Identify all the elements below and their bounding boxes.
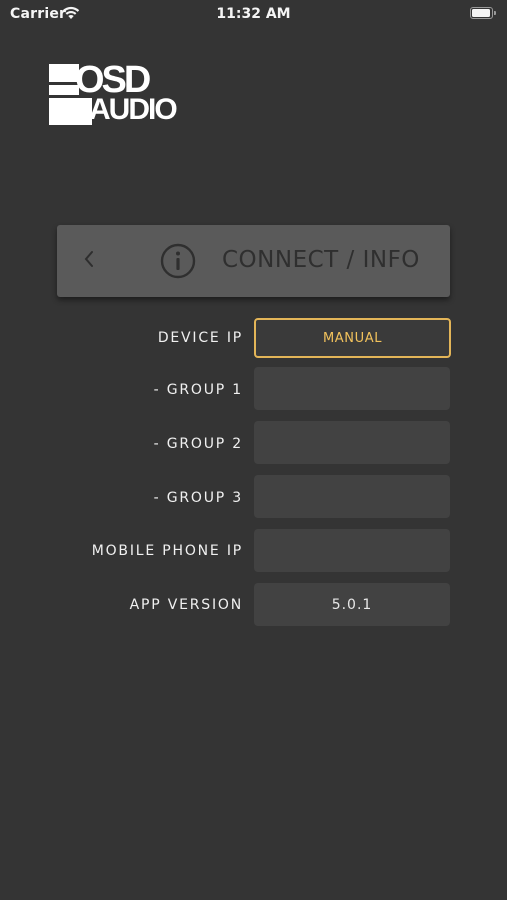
manual-button-label: MANUAL (322, 330, 383, 346)
osd-audio-logo: OSD AUDIO (49, 61, 178, 128)
status-time: 11:32 AM (216, 6, 291, 22)
group-2-field (254, 421, 450, 464)
info-circle-icon (160, 243, 196, 279)
battery-icon (470, 7, 496, 19)
status-bar: Carrier 11:32 AM (0, 0, 507, 28)
group-1-value (254, 367, 450, 410)
page-title: CONNECT / INFO (222, 247, 420, 273)
group-3-value (254, 475, 450, 518)
app-version-label: APP VERSION (129, 597, 243, 613)
mobile-phone-ip-value (254, 529, 450, 572)
device-ip-label: DEVICE IP (157, 330, 243, 346)
group-1-field (254, 367, 450, 410)
group-1-label: - GROUP 1 (153, 382, 243, 398)
back-chevron-icon[interactable] (83, 247, 95, 275)
group-2-label: - GROUP 2 (153, 436, 243, 452)
app-version-value: 5.0.1 (331, 596, 373, 613)
logo-text-audio: AUDIO (89, 93, 178, 126)
connect-info-header: CONNECT / INFO (57, 225, 450, 297)
group-3-field (254, 475, 450, 518)
mobile-phone-ip-label: MOBILE PHONE IP (91, 543, 243, 559)
manual-button[interactable]: MANUAL (254, 318, 451, 358)
group-3-label: - GROUP 3 (153, 490, 243, 506)
group-2-value (254, 421, 450, 464)
mobile-phone-ip-field (254, 529, 450, 572)
app-version-field: 5.0.1 (254, 583, 450, 626)
